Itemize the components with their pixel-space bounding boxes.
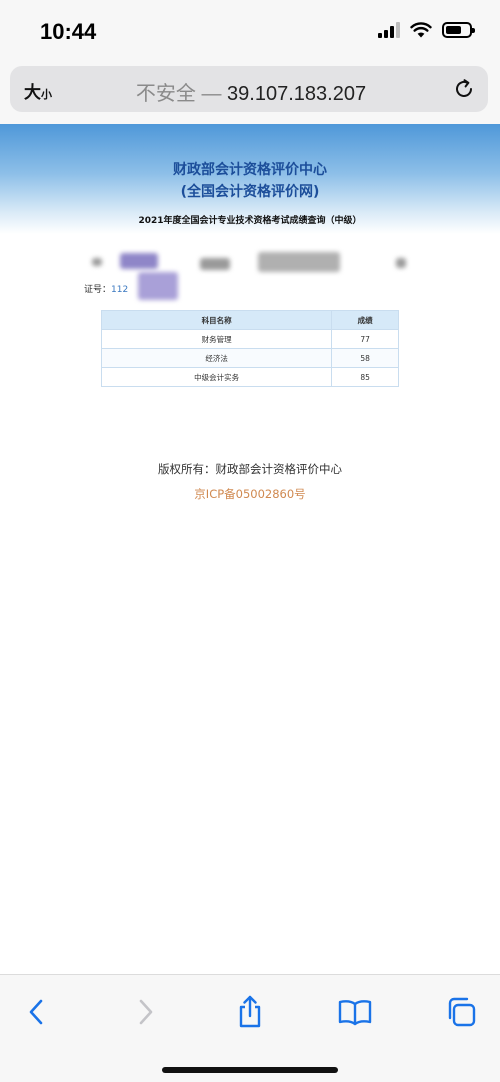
certificate-number: 证号：112 (84, 282, 128, 295)
wifi-icon (410, 22, 432, 38)
status-icons (378, 22, 475, 38)
score-cell: 58 (331, 348, 399, 368)
cellular-signal-icon (378, 22, 400, 38)
reload-icon[interactable] (452, 77, 476, 101)
header-subject: 科目名称 (100, 310, 333, 330)
insecure-label: 不安全 — (135, 83, 222, 105)
redacted-name (92, 258, 102, 266)
redacted-block (120, 253, 158, 269)
table-row: 中级会计实务 85 (100, 367, 399, 387)
browser-toolbar (0, 974, 500, 1082)
text-size-small-label: 小 (41, 88, 52, 101)
chevron-right-icon (139, 999, 153, 1025)
subject-cell: 财务管理 (100, 329, 333, 349)
web-page: 财政部会计资格评价中心 (全国会计资格评价网) 2021年度全国会计专业技术资格… (0, 124, 500, 974)
url-display[interactable]: 不安全 — 39.107.183.207 (70, 77, 432, 106)
status-bar: 10:44 (0, 0, 500, 60)
table-header-row: 科目名称 成绩 (100, 310, 399, 330)
table-row: 经济法 58 (100, 348, 399, 368)
back-button[interactable] (20, 995, 54, 1029)
copyright-text: 版权所有：财政部会计资格评价中心 (158, 462, 342, 476)
forward-button[interactable] (128, 995, 162, 1029)
redacted-block (138, 272, 178, 300)
certificate-label: 证号： (84, 285, 112, 295)
book-icon (338, 1000, 372, 1026)
redacted-block (258, 252, 340, 272)
header-score: 成绩 (331, 310, 399, 330)
status-time: 10:44 (40, 19, 97, 44)
score-cell: 85 (331, 367, 399, 387)
exam-title: 2021年度全国会计专业技术资格考试成绩查询（中级） (138, 216, 362, 226)
subject-cell: 中级会计实务 (100, 367, 333, 387)
score-cell: 77 (331, 329, 399, 349)
battery-icon (442, 22, 475, 38)
home-indicator (162, 1067, 338, 1073)
bookmarks-button[interactable] (338, 995, 372, 1029)
share-button[interactable] (233, 995, 267, 1029)
text-size-button[interactable]: 大小 (24, 78, 52, 103)
org-site-name: (全国会计资格评价网) (180, 184, 320, 200)
tabs-button[interactable] (444, 995, 478, 1029)
org-name: 财政部会计资格评价中心 (173, 162, 327, 178)
chevron-left-icon (29, 999, 43, 1025)
address-bar[interactable]: 大小 不安全 — 39.107.183.207 (10, 66, 488, 112)
score-table: 科目名称 成绩 财务管理 77 经济法 58 中级会计实务 85 (100, 310, 399, 387)
subject-cell: 经济法 (100, 348, 333, 368)
url-host: 39.107.183.207 (227, 83, 367, 105)
share-icon (239, 995, 261, 1028)
tabs-icon (448, 997, 476, 1027)
phone-screen: 10:44 大小 不安全 — 39.107.183.207 财政部会计资格评价中… (0, 0, 500, 1082)
address-bar-container: 大小 不安全 — 39.107.183.207 (0, 60, 500, 124)
text-size-large-label: 大 (24, 83, 41, 103)
redacted-block (396, 258, 406, 268)
redacted-block (200, 258, 230, 270)
icp-link[interactable]: 京ICP备05002860号 (0, 486, 500, 502)
table-row: 财务管理 77 (100, 329, 399, 349)
certificate-partial: 112 (111, 285, 129, 295)
